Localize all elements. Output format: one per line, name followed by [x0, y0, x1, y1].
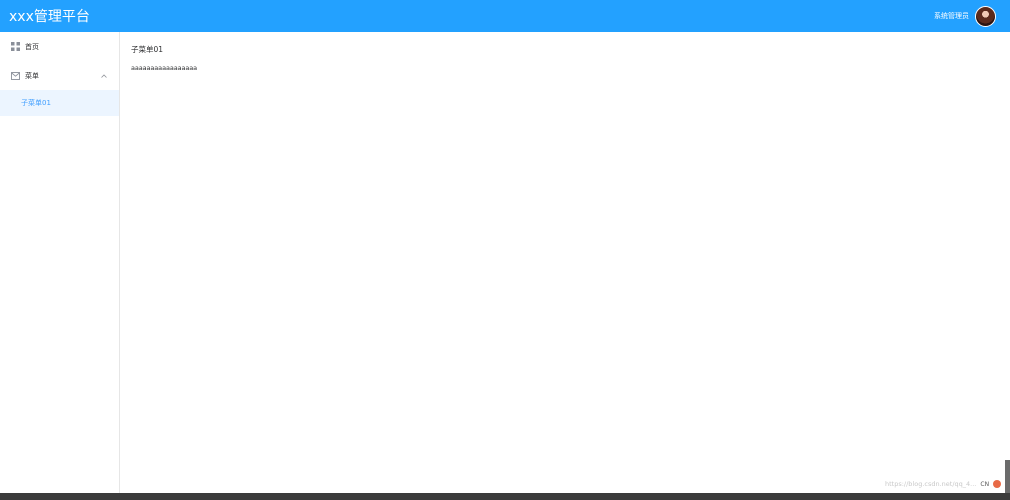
side-scroll-handle[interactable] [1005, 460, 1010, 493]
user-name[interactable]: 系统管理员 [934, 11, 969, 21]
page-title: 子菜单01 [131, 45, 164, 54]
sidebar-item-menu[interactable]: 菜单 [0, 61, 119, 90]
sidebar-subitem-label: 子菜单01 [21, 99, 51, 107]
mail-icon [11, 71, 20, 80]
main-content: 子菜单01 aaaaaaaaaaaaaaaaa [131, 44, 197, 72]
sidebar-subitem-submenu01[interactable]: 子菜单01 [0, 90, 119, 116]
watermark-text: https://blog.csdn.net/qq_4... [885, 480, 977, 488]
taskbar-strip [0, 493, 1010, 500]
chevron-up-icon[interactable] [100, 73, 108, 78]
grid-icon [11, 42, 20, 51]
app-title: xxx管理平台 [9, 9, 90, 25]
sidebar-item-label: 菜单 [25, 71, 39, 80]
user-avatar-icon[interactable] [975, 5, 996, 27]
sidebar: 首页 菜单 子菜单01 [0, 32, 120, 493]
footer-watermark: https://blog.csdn.net/qq_4... CN [885, 480, 1002, 488]
ime-logo-icon[interactable] [993, 480, 1002, 488]
user-menu[interactable]: 系统管理员 [934, 5, 996, 27]
top-header: xxx管理平台 系统管理员 [0, 0, 1010, 32]
sidebar-item-label: 首页 [25, 42, 39, 51]
page-text: aaaaaaaaaaaaaaaaa [131, 64, 198, 72]
ime-indicator[interactable]: CN [980, 481, 989, 488]
sidebar-item-home[interactable]: 首页 [0, 32, 119, 61]
